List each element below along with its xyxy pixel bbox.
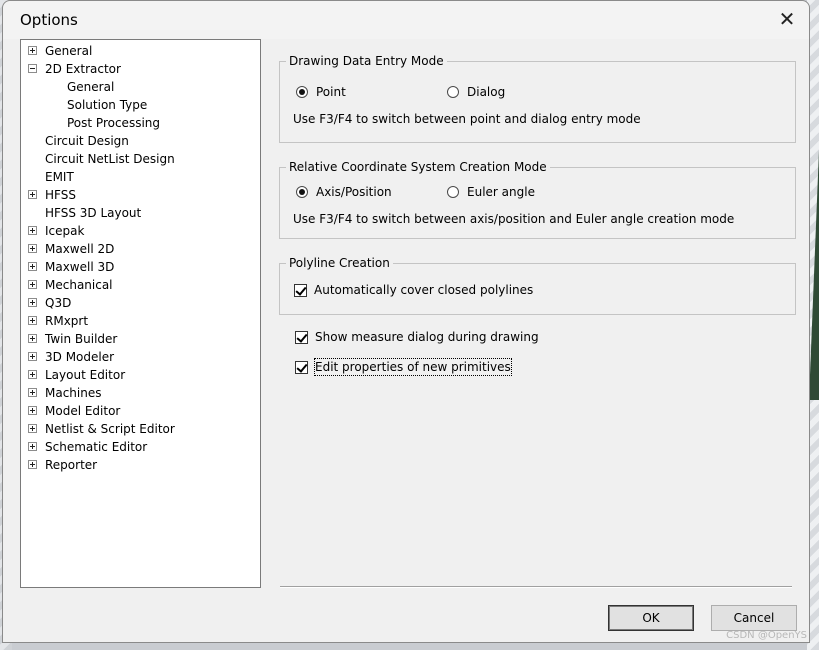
show-measure-label[interactable]: Show measure dialog during drawing [315,329,539,345]
tree-item-label[interactable]: Circuit Design [45,132,129,150]
ok-button[interactable]: OK [608,605,694,631]
cover-polylines-checkbox[interactable] [294,284,307,297]
tree-item[interactable]: Model Editor [21,402,260,420]
expand-icon[interactable] [28,388,37,397]
collapse-icon[interactable] [28,64,37,73]
tree-item[interactable]: Machines [21,384,260,402]
tree-item-label[interactable]: Post Processing [67,114,160,132]
expand-icon[interactable] [28,370,37,379]
tree-item[interactable]: General [21,42,260,60]
tree-item-label[interactable]: RMxprt [45,312,88,330]
tree-item-label[interactable]: Schematic Editor [45,438,147,456]
radio-point-label[interactable]: Point [316,84,346,100]
expand-icon[interactable] [28,190,37,199]
tree-item-label[interactable]: HFSS 3D Layout [45,204,141,222]
tree-item-label[interactable]: Twin Builder [45,330,117,348]
expand-icon[interactable] [28,334,37,343]
coord-mode-group: Relative Coordinate System Creation Mode… [279,159,796,239]
tree-item[interactable]: General [21,78,260,96]
tree-item[interactable]: Circuit NetList Design [21,150,260,168]
tree-item[interactable]: Reporter [21,456,260,474]
tree-item-label[interactable]: Circuit NetList Design [45,150,175,168]
tree-item-label[interactable]: Machines [45,384,101,402]
tree-item[interactable]: Post Processing [21,114,260,132]
tree-item-label[interactable]: Model Editor [45,402,120,420]
tree-item-label[interactable]: 3D Modeler [45,348,114,366]
tree-item[interactable]: HFSS [21,186,260,204]
edit-properties-label[interactable]: Edit properties of new primitives [314,358,512,376]
tree-item[interactable]: Maxwell 2D [21,240,260,258]
tree-item[interactable]: Circuit Design [21,132,260,150]
tree-item-label[interactable]: Netlist & Script Editor [45,420,175,438]
watermark: CSDN @OpenYS [726,630,807,641]
tree-item[interactable]: Schematic Editor [21,438,260,456]
cancel-button[interactable]: Cancel [711,605,797,631]
tree-item-label[interactable]: Layout Editor [45,366,125,384]
tree-item[interactable]: HFSS 3D Layout [21,204,260,222]
title-bar: Options ✕ [3,1,809,39]
tree-item[interactable]: EMIT [21,168,260,186]
radio-dialog[interactable] [447,86,459,98]
expand-icon[interactable] [28,442,37,451]
footer-separator [280,586,792,588]
expand-icon[interactable] [28,460,37,469]
options-dialog: Options ✕ General 2D Extractor General Solu… [2,0,810,643]
tree-item[interactable]: Mechanical [21,276,260,294]
expand-icon[interactable] [28,226,37,235]
tree-item-label[interactable]: Maxwell 2D [45,240,114,258]
tree-item[interactable]: Netlist & Script Editor [21,420,260,438]
expand-icon[interactable] [28,406,37,415]
tree-item-label[interactable]: EMIT [45,168,74,186]
tree-item-label[interactable]: General [45,42,92,60]
radio-euler-angle[interactable] [447,186,459,198]
radio-axis-position-label[interactable]: Axis/Position [316,184,392,200]
tree-item[interactable]: Twin Builder [21,330,260,348]
expand-icon[interactable] [28,46,37,55]
radio-euler-angle-label[interactable]: Euler angle [467,184,535,200]
tree-item[interactable]: RMxprt [21,312,260,330]
tree-item-label[interactable]: General [67,78,114,96]
tree-item[interactable]: Maxwell 3D [21,258,260,276]
expand-icon[interactable] [28,280,37,289]
polyline-title: Polyline Creation [286,255,393,271]
tree-item-label[interactable]: Solution Type [67,96,147,114]
drawing-mode-group: Drawing Data Entry Mode Point Dialog Use… [279,53,796,143]
tree-item[interactable]: Q3D [21,294,260,312]
tree-item[interactable]: Icepak [21,222,260,240]
radio-axis-position[interactable] [296,186,308,198]
coord-mode-title: Relative Coordinate System Creation Mode [286,159,550,175]
cover-polylines-label[interactable]: Automatically cover closed polylines [314,282,533,298]
tree-item[interactable]: Layout Editor [21,366,260,384]
coord-mode-hint: Use F3/F4 to switch between axis/positio… [293,212,735,226]
drawing-mode-hint: Use F3/F4 to switch between point and di… [293,112,641,126]
radio-point[interactable] [296,86,308,98]
expand-icon[interactable] [28,298,37,307]
tree-item-label[interactable]: HFSS [45,186,76,204]
close-icon[interactable]: ✕ [777,9,797,29]
tree-item[interactable]: Solution Type [21,96,260,114]
options-tree[interactable]: General 2D Extractor General Solution Type P… [20,39,261,588]
polyline-group: Polyline Creation Automatically cover cl… [279,255,796,315]
tree-item-label[interactable]: Maxwell 3D [45,258,114,276]
expand-icon[interactable] [28,316,37,325]
radio-dialog-label[interactable]: Dialog [467,84,505,100]
tree-item-label[interactable]: Q3D [45,294,71,312]
window-title: Options [20,11,78,29]
tree-item-label[interactable]: 2D Extractor [45,60,121,78]
expand-icon[interactable] [28,262,37,271]
expand-icon[interactable] [28,424,37,433]
tree-item-label[interactable]: Icepak [45,222,84,240]
expand-icon[interactable] [28,352,37,361]
tree-item[interactable]: 3D Modeler [21,348,260,366]
drawing-mode-title: Drawing Data Entry Mode [286,53,447,69]
show-measure-checkbox[interactable] [295,331,308,344]
tree-item-label[interactable]: Reporter [45,456,97,474]
tree-item-label[interactable]: Mechanical [45,276,113,294]
edit-properties-checkbox[interactable] [295,361,308,374]
expand-icon[interactable] [28,244,37,253]
tree-item[interactable]: 2D Extractor [21,60,260,78]
